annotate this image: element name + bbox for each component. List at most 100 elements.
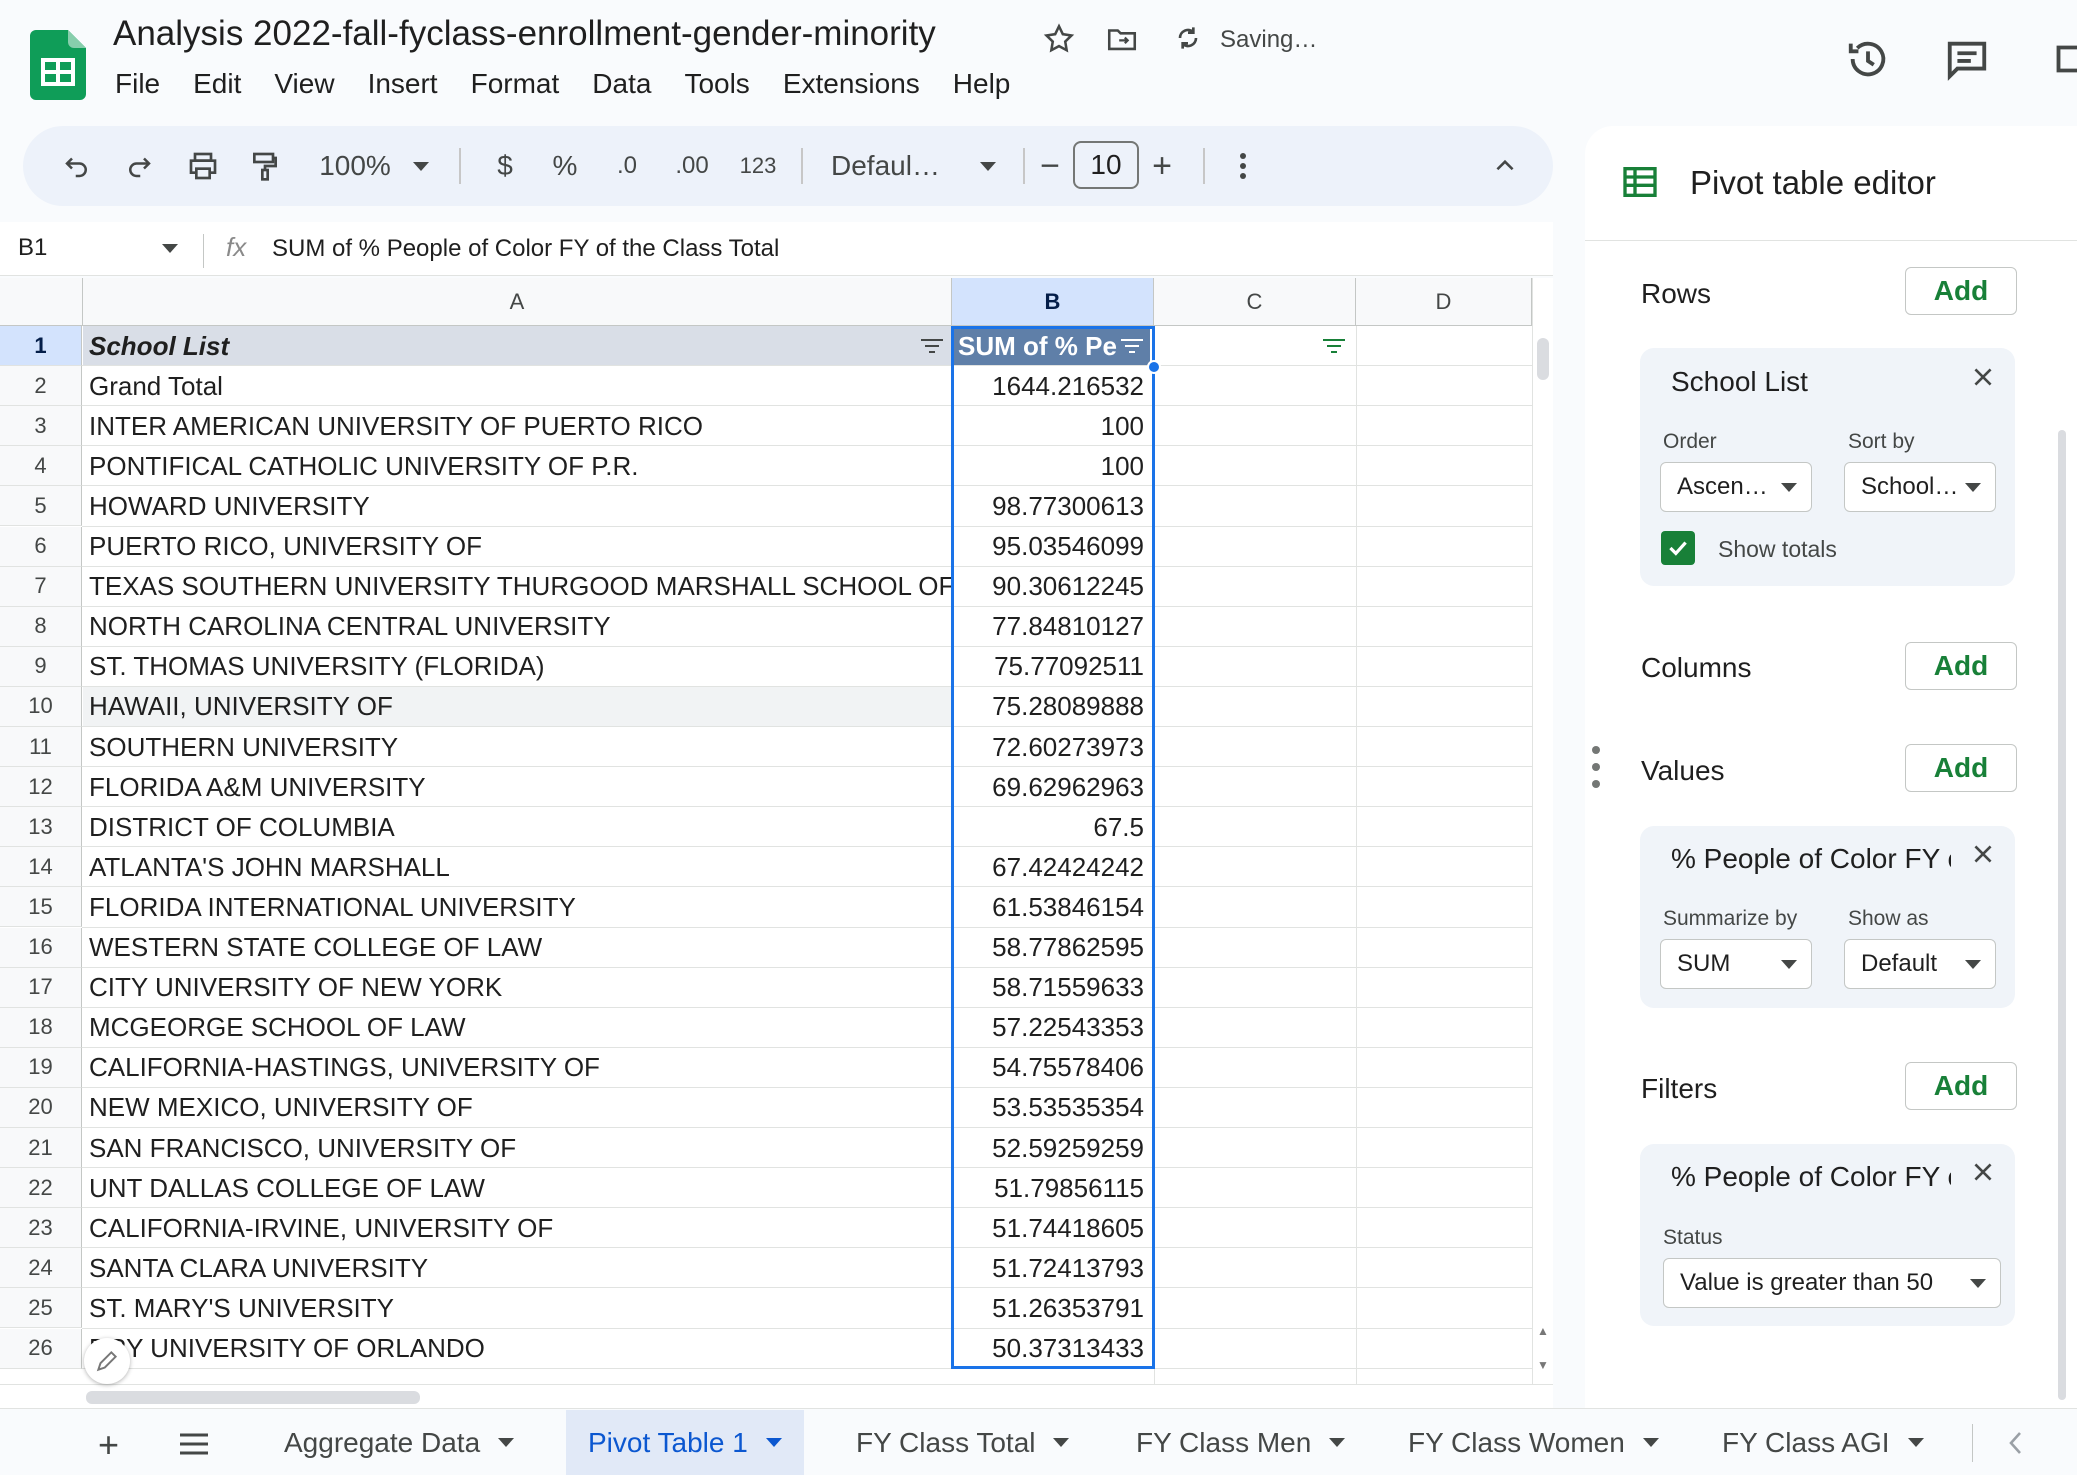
cell-school-name[interactable]: UNT DALLAS COLLEGE OF LAW bbox=[83, 1168, 951, 1208]
remove-row-close-icon[interactable] bbox=[1970, 364, 1996, 390]
summarize-by-select[interactable]: SUM bbox=[1660, 939, 1812, 989]
edit-pencil-icon[interactable] bbox=[84, 1338, 130, 1384]
cell-school-name[interactable]: FLORIDA A&M UNIVERSITY bbox=[83, 767, 951, 807]
menu-edit[interactable]: Edit bbox=[193, 68, 241, 100]
menu-insert[interactable]: Insert bbox=[368, 68, 438, 100]
sheet-tab-fy-class-total[interactable]: FY Class Total bbox=[834, 1410, 1091, 1475]
sortby-select[interactable]: School… bbox=[1844, 462, 1996, 512]
remove-filter-close-icon[interactable] bbox=[1970, 1159, 1996, 1185]
cell-school-name[interactable]: HAWAII, UNIVERSITY OF bbox=[83, 686, 951, 727]
version-history-icon[interactable] bbox=[1845, 36, 1891, 82]
menu-file[interactable]: File bbox=[115, 68, 160, 100]
decrease-font-size-button[interactable]: − bbox=[1035, 126, 1065, 206]
cell-sum-value[interactable]: 51.79856115 bbox=[952, 1168, 1150, 1208]
sheet-tab-pivot-table-1[interactable]: Pivot Table 1 bbox=[566, 1410, 804, 1475]
row-header[interactable]: 15 bbox=[0, 887, 82, 928]
cell-sum-value[interactable]: 51.74418605 bbox=[952, 1208, 1150, 1248]
cell-school-name[interactable]: Grand Total bbox=[83, 366, 951, 406]
sheet-tab-aggregate-data[interactable]: Aggregate Data bbox=[262, 1410, 536, 1475]
row-header[interactable]: 19 bbox=[0, 1047, 82, 1088]
row-header[interactable]: 11 bbox=[0, 727, 82, 768]
row-header[interactable]: 4 bbox=[0, 446, 82, 487]
row-header[interactable]: 14 bbox=[0, 847, 82, 888]
cell-school-name[interactable]: FLORIDA INTERNATIONAL UNIVERSITY bbox=[83, 887, 951, 927]
cell-school-name[interactable]: CALIFORNIA-HASTINGS, UNIVERSITY OF bbox=[83, 1048, 951, 1088]
row-header[interactable]: 24 bbox=[0, 1248, 82, 1289]
row-header[interactable]: 23 bbox=[0, 1208, 82, 1249]
cell-sum-value[interactable]: 58.71559633 bbox=[952, 968, 1150, 1008]
row-header[interactable]: 6 bbox=[0, 526, 82, 567]
sheet-tab-fy-class-men[interactable]: FY Class Men bbox=[1114, 1410, 1367, 1475]
cell-school-name[interactable]: MCGEORGE SCHOOL OF LAW bbox=[83, 1008, 951, 1048]
formula-input[interactable]: SUM of % People of Color FY of the Class… bbox=[272, 235, 779, 263]
remove-value-close-icon[interactable] bbox=[1970, 841, 1996, 867]
cell-sum-value[interactable]: 75.28089888 bbox=[952, 687, 1150, 727]
cell-sum-value[interactable]: 75.77092511 bbox=[952, 647, 1150, 687]
order-select[interactable]: Ascen… bbox=[1660, 462, 1812, 512]
filter-status-select[interactable]: Value is greater than 50 bbox=[1663, 1258, 2001, 1308]
increase-decimal-button[interactable]: .00 bbox=[667, 126, 717, 206]
row-header[interactable]: 22 bbox=[0, 1168, 82, 1209]
cell-sum-value[interactable]: 100 bbox=[952, 406, 1150, 446]
sheet-tab-fy-class-agi[interactable]: FY Class AGI bbox=[1700, 1410, 1946, 1475]
row-header[interactable]: 20 bbox=[0, 1087, 82, 1128]
cell-sum-value[interactable]: 67.5 bbox=[952, 807, 1150, 847]
decrease-decimal-button[interactable]: .0 bbox=[605, 126, 649, 206]
row-header[interactable]: 21 bbox=[0, 1128, 82, 1169]
cell-sum-value[interactable]: 90.30612245 bbox=[952, 567, 1150, 607]
cell-school-name[interactable]: ST. MARY'S UNIVERSITY bbox=[83, 1288, 951, 1328]
select-all-corner[interactable] bbox=[0, 278, 83, 326]
cell-sum-value[interactable]: 51.26353791 bbox=[952, 1288, 1150, 1328]
zoom-select[interactable]: 100% bbox=[309, 126, 439, 206]
name-box[interactable]: B1 bbox=[18, 234, 47, 262]
cell-school-name[interactable]: NEW MEXICO, UNIVERSITY OF bbox=[83, 1088, 951, 1128]
chevron-down-icon[interactable] bbox=[162, 244, 178, 253]
sheet-tab-fy-class-women[interactable]: FY Class Women bbox=[1386, 1410, 1681, 1475]
cell-school-name[interactable]: SAN FRANCISCO, UNIVERSITY OF bbox=[83, 1128, 951, 1168]
cell-school-name[interactable]: CITY UNIVERSITY OF NEW YORK bbox=[83, 968, 951, 1008]
move-folder-icon[interactable] bbox=[1105, 22, 1139, 56]
scroll-tabs-left-icon[interactable] bbox=[2006, 1430, 2026, 1456]
cell-sum-value[interactable]: 77.84810127 bbox=[952, 607, 1150, 647]
row-header[interactable]: 8 bbox=[0, 606, 82, 647]
cell-school-name[interactable]: TEXAS SOUTHERN UNIVERSITY THURGOOD MARSH… bbox=[83, 567, 951, 607]
column-header-a[interactable]: A bbox=[83, 278, 952, 326]
show-totals-checkbox[interactable] bbox=[1661, 531, 1695, 565]
cell-school-name[interactable]: ATLANTA'S JOHN MARSHALL bbox=[83, 847, 951, 887]
cell-school-name[interactable]: NORTH CAROLINA CENTRAL UNIVERSITY bbox=[83, 607, 951, 647]
redo-icon[interactable] bbox=[119, 126, 159, 206]
undo-icon[interactable] bbox=[57, 126, 97, 206]
row-header[interactable]: 5 bbox=[0, 486, 82, 527]
cell-school-name[interactable]: DISTRICT OF COLUMBIA bbox=[83, 807, 951, 847]
fill-handle[interactable] bbox=[1147, 360, 1161, 375]
cell-sum-value[interactable]: 69.62962963 bbox=[952, 767, 1150, 807]
row-header[interactable]: 17 bbox=[0, 967, 82, 1008]
cell-sum-value[interactable]: 95.03546099 bbox=[952, 527, 1150, 567]
cell-sum-value[interactable]: 67.42424242 bbox=[952, 847, 1150, 887]
filter-icon[interactable] bbox=[1322, 338, 1346, 354]
show-as-select[interactable]: Default bbox=[1844, 939, 1996, 989]
row-header[interactable]: 13 bbox=[0, 807, 82, 848]
row-header[interactable]: 7 bbox=[0, 566, 82, 607]
row-header[interactable]: 10 bbox=[0, 686, 82, 727]
row-header[interactable]: 18 bbox=[0, 1007, 82, 1048]
cell-school-name[interactable]: SANTA CLARA UNIVERSITY bbox=[83, 1248, 951, 1288]
row-header[interactable]: 25 bbox=[0, 1288, 82, 1329]
cell-sum-value[interactable]: 50.37313433 bbox=[952, 1329, 1150, 1369]
panel-scrollbar[interactable] bbox=[2058, 430, 2066, 1400]
row-header[interactable]: 16 bbox=[0, 927, 82, 968]
cell-sum-value[interactable]: 53.53535354 bbox=[952, 1088, 1150, 1128]
cell-school-name[interactable]: SOUTHERN UNIVERSITY bbox=[83, 727, 951, 767]
row-header[interactable]: 12 bbox=[0, 767, 82, 808]
cell-sum-value[interactable]: 72.60273973 bbox=[952, 727, 1150, 767]
menu-help[interactable]: Help bbox=[953, 68, 1011, 100]
sheets-logo-icon[interactable] bbox=[30, 30, 86, 100]
cell-school-name[interactable]: HOWARD UNIVERSITY bbox=[83, 486, 951, 526]
paint-format-icon[interactable] bbox=[245, 126, 285, 206]
menu-format[interactable]: Format bbox=[471, 68, 560, 100]
vertical-scrollbar[interactable]: ▲ ▼ bbox=[1532, 278, 1553, 1384]
row-header[interactable]: 26 bbox=[0, 1328, 82, 1369]
menu-data[interactable]: Data bbox=[592, 68, 651, 100]
cell-school-name[interactable]: CALIFORNIA-IRVINE, UNIVERSITY OF bbox=[83, 1208, 951, 1248]
cell-school-name[interactable]: ST. THOMAS UNIVERSITY (FLORIDA) bbox=[83, 647, 951, 687]
